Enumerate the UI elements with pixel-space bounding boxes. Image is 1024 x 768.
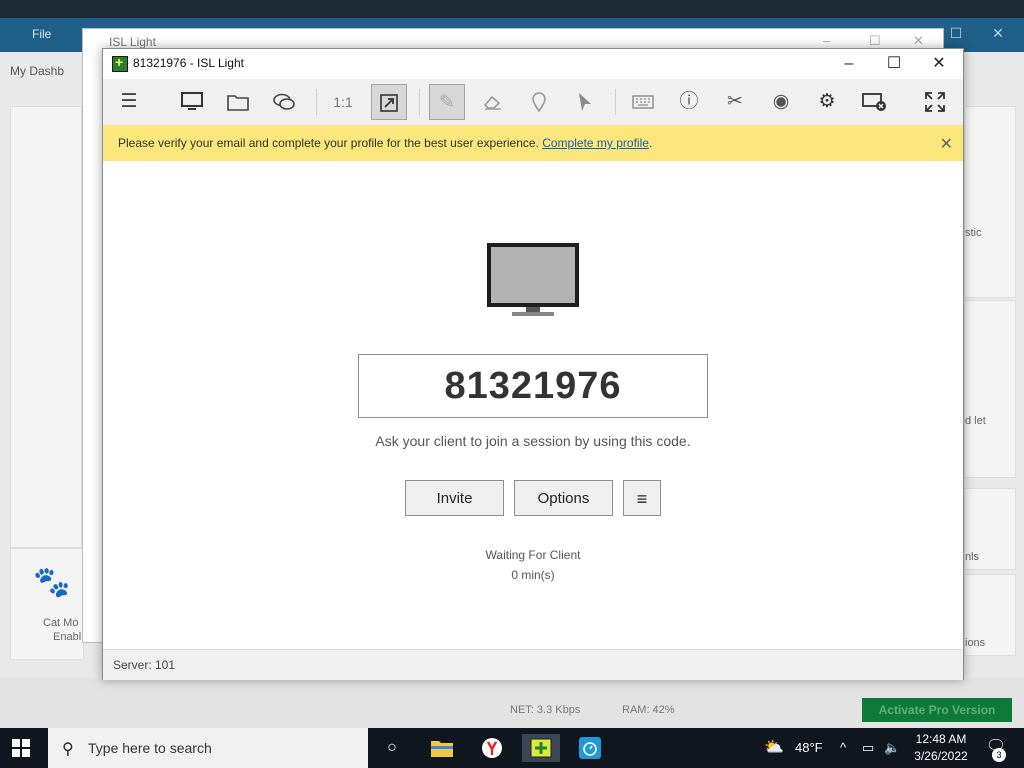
complete-profile-link[interactable]: Complete my profile (542, 136, 649, 150)
background-isl-title: ISL Light (109, 35, 156, 49)
elapsed-time: 0 min(s) (511, 568, 555, 582)
folder-icon[interactable] (220, 84, 256, 120)
invite-button[interactable]: Invite (405, 480, 504, 516)
more-menu-button[interactable]: ≡ (623, 480, 661, 516)
background-side-text: ions (965, 637, 986, 649)
windows-start-icon[interactable] (12, 739, 30, 757)
background-side-text: d let (965, 415, 986, 427)
weather-icon[interactable]: ⛅ (764, 737, 784, 757)
background-cat-label: Cat Mo (43, 617, 79, 629)
session-code: 81321976 (358, 354, 708, 418)
location-pin-icon[interactable] (521, 84, 557, 120)
one-to-one-button[interactable]: 1:1 (325, 84, 361, 120)
background-right-panel-4: ions (964, 574, 1016, 656)
search-icon: ⚲ (62, 741, 74, 758)
paw-icon: 🐾 (33, 566, 71, 599)
background-ram-stat: RAM: 42% (622, 704, 675, 716)
system-clock[interactable]: 12:48 AM 3/26/2022 (908, 731, 974, 765)
search-placeholder: Type here to search (88, 740, 212, 756)
background-menu-file[interactable]: File (32, 27, 51, 41)
notice-close-icon[interactable]: ✕ (940, 134, 953, 154)
background-right-panel-3: nls (964, 488, 1016, 570)
tools-icon[interactable]: ✂ (717, 84, 753, 120)
minimize-button[interactable]: – (829, 52, 869, 76)
background-cat-panel: 🐾 Cat Mo Enabl (10, 548, 84, 660)
scale-fit-icon[interactable] (371, 84, 407, 120)
settings-gear-icon[interactable]: ⚙ (809, 84, 845, 120)
background-cat-label-2: Enabl (53, 631, 82, 643)
keyboard-icon[interactable] (625, 84, 661, 120)
toolbar-separator (615, 89, 616, 115)
chat-icon[interactable] (266, 84, 302, 120)
status-bar: Server: 101 (103, 649, 963, 680)
notification-count-badge: 3 (992, 748, 1006, 762)
ghost-close-icon: ✕ (913, 33, 924, 48)
maximize-button[interactable]: ☐ (874, 52, 914, 76)
toolbar-separator (419, 89, 420, 115)
window-title: 81321976 - ISL Light (133, 56, 244, 70)
background-right-panel-2: d let (964, 300, 1016, 478)
clock-date: 3/26/2022 (914, 749, 968, 763)
monitor-illustration-icon (486, 242, 580, 316)
stopwatch-app-icon[interactable] (574, 734, 606, 762)
notice-text-wrap: Please verify your email and complete yo… (118, 136, 652, 150)
weather-temperature[interactable]: 48°F (795, 740, 823, 755)
pointer-icon[interactable] (567, 84, 603, 120)
isl-light-taskbar-icon[interactable] (522, 734, 560, 762)
background-right-panel-1: stic (964, 106, 1016, 298)
notice-text: Please verify your email and complete yo… (118, 136, 543, 150)
background-left-panel (10, 106, 82, 548)
toolbar: ☰ 1:1 ✎ ⓘ ✂ ◉ ⚙ (103, 79, 963, 126)
file-explorer-icon[interactable] (426, 734, 458, 762)
task-view-icon[interactable]: ○ (376, 734, 408, 762)
profile-notice-banner: Please verify your email and complete yo… (103, 125, 963, 161)
clock-time: 12:48 AM (915, 732, 967, 746)
eraser-icon[interactable] (475, 84, 511, 120)
toolbar-separator (316, 89, 317, 115)
background-side-text: nls (965, 551, 980, 563)
fullscreen-icon[interactable] (917, 84, 953, 120)
pencil-icon[interactable]: ✎ (429, 84, 465, 120)
info-icon[interactable]: ⓘ (671, 84, 707, 120)
windows-taskbar: ⚲ Type here to search ○ ⛅ 48°F ^ ▭ 🔈 12:… (0, 728, 1024, 768)
activate-pro-button[interactable]: Activate Pro Version (862, 698, 1012, 722)
record-icon[interactable]: ◉ (763, 84, 799, 120)
chevron-up-icon[interactable]: ^ (840, 740, 846, 755)
server-label: Server: 101 (113, 658, 176, 672)
waiting-status: Waiting For Client (485, 548, 581, 562)
menu-list-icon[interactable]: ☰ (111, 84, 147, 120)
ghost-maximize-icon: ☐ (869, 33, 881, 48)
taskbar-search-box[interactable]: ⚲ Type here to search (48, 728, 368, 768)
background-maximize-icon[interactable]: ☐ (946, 25, 966, 45)
network-icon[interactable]: ▭ (862, 740, 874, 756)
isl-app-icon (112, 54, 128, 72)
options-button[interactable]: Options (514, 480, 613, 516)
background-side-text: stic (965, 227, 982, 239)
session-hint: Ask your client to join a session by usi… (375, 433, 691, 449)
disconnect-screen-icon[interactable] (857, 84, 893, 120)
background-net-stat: NET: 3.3 Kbps (510, 704, 581, 716)
yandex-browser-icon[interactable] (476, 734, 508, 762)
close-button[interactable]: ✕ (919, 52, 959, 76)
volume-icon[interactable]: 🔈 (884, 740, 900, 756)
notice-suffix: . (648, 136, 653, 150)
background-dashboard-label: My Dashb (10, 64, 65, 78)
ghost-minimize-icon: – (823, 33, 831, 48)
title-bar[interactable]: 81321976 - ISL Light – ☐ ✕ (103, 49, 963, 79)
monitor-icon[interactable] (174, 84, 210, 120)
isl-light-window: 81321976 - ISL Light – ☐ ✕ ☰ 1:1 ✎ (102, 48, 964, 680)
background-close-icon[interactable]: ✕ (988, 25, 1008, 45)
